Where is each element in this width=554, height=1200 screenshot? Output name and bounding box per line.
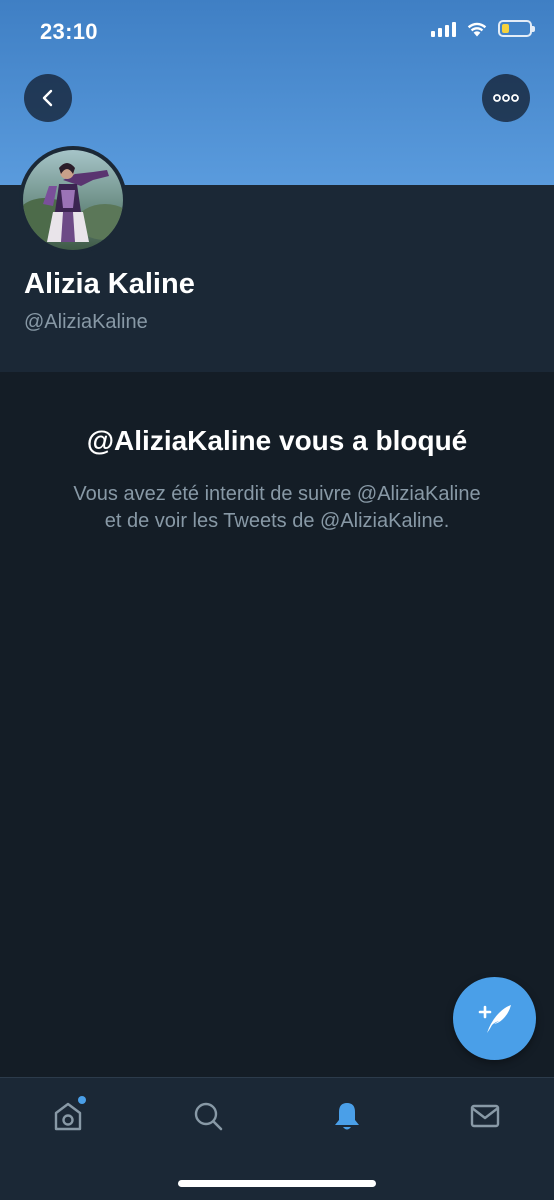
home-indicator[interactable]	[178, 1180, 376, 1187]
avatar[interactable]	[19, 146, 127, 254]
battery-level	[502, 24, 509, 33]
more-options-button[interactable]	[482, 74, 530, 122]
cellular-signal-icon	[431, 21, 456, 37]
avatar-image	[23, 150, 123, 250]
mail-icon	[470, 1104, 500, 1128]
wifi-icon	[467, 22, 487, 36]
back-button[interactable]	[24, 74, 72, 122]
battery-icon	[498, 20, 535, 37]
profile-handle: @AliziaKaline	[24, 311, 148, 333]
bell-icon	[335, 1103, 359, 1130]
compose-tweet-icon	[478, 1004, 511, 1033]
compose-tweet-button[interactable]	[453, 977, 536, 1060]
tab-search[interactable]	[188, 1096, 228, 1136]
blocked-title: @AliziaKaline vous a bloqué	[86, 425, 468, 456]
profile-screen: 23:10 Alizia Kaline @AliziaKaline @Alizi…	[0, 0, 554, 1200]
home-notification-dot	[78, 1096, 86, 1104]
status-time: 23:10	[40, 19, 98, 44]
status-icons	[431, 20, 535, 37]
profile-display-name: Alizia Kaline	[24, 268, 195, 300]
chevron-left-icon	[42, 89, 53, 107]
ellipsis-icon	[493, 94, 519, 102]
search-icon	[194, 1102, 223, 1131]
tab-notifications[interactable]	[327, 1096, 367, 1136]
tab-home[interactable]	[48, 1096, 88, 1136]
home-icon	[54, 1102, 82, 1131]
blocked-message: Vous avez été interdit de suivre @Alizia…	[73, 483, 481, 532]
tab-messages[interactable]	[465, 1096, 505, 1136]
